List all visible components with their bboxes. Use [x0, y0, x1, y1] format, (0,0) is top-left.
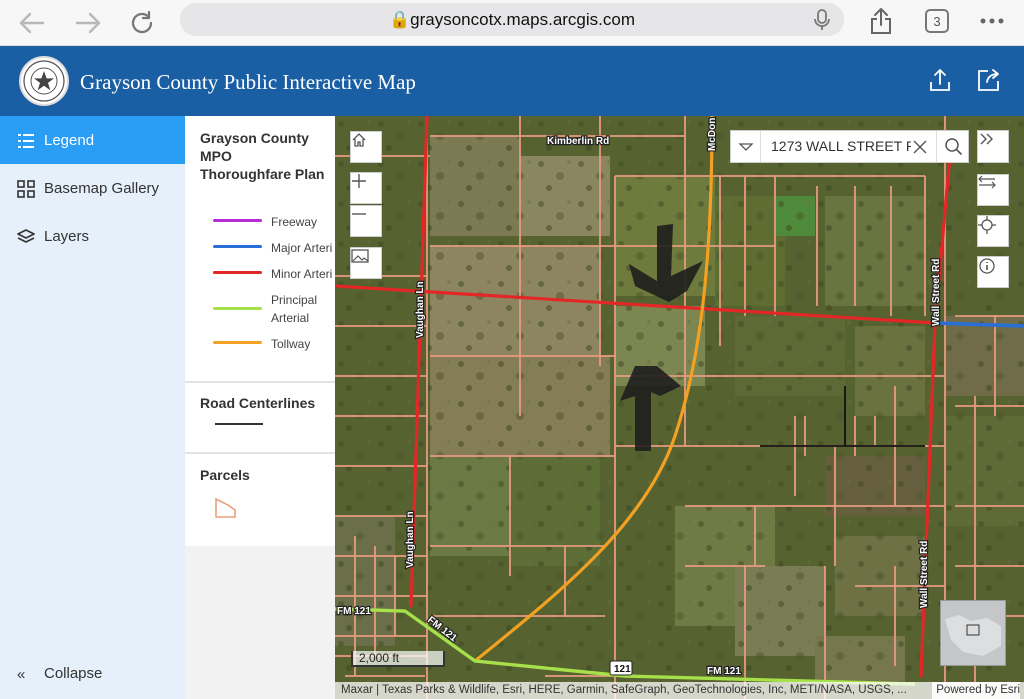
expand-panel-button[interactable] — [977, 130, 1009, 163]
info-button[interactable] — [977, 256, 1009, 288]
county-seal-logo — [19, 56, 69, 106]
app-title: Grayson County Public Interactive Map — [80, 70, 416, 94]
locate-button[interactable] — [977, 215, 1009, 247]
road-label-wall-top: Wall Street Rd — [931, 259, 942, 326]
sidebar: Legend Basemap Gallery Layers « Collapse — [0, 116, 185, 699]
legend-title-parcels: Parcels — [200, 467, 250, 483]
address-bar[interactable]: 🔒graysoncotx.maps.arcgis.com — [180, 3, 844, 36]
chevron-down-icon — [738, 143, 754, 151]
collapse-button[interactable]: « Collapse — [0, 649, 185, 697]
road-label-fm121-left: FM 121 — [337, 606, 371, 617]
zoom-in-button[interactable] — [350, 172, 382, 204]
scale-bar: 2,000 ft — [351, 651, 445, 667]
legend-swatch — [213, 307, 262, 310]
sidebar-item-layers[interactable]: Layers — [0, 212, 185, 260]
sidebar-item-label: Layers — [44, 227, 90, 245]
map-canvas: Kimberlin Rd McDon Vaughan Ln Vaughan Ln… — [335, 116, 1024, 699]
route-shield-label: 121 — [614, 664, 631, 675]
measure-icon — [978, 175, 996, 189]
plus-icon — [352, 174, 366, 188]
open-external-icon[interactable] — [977, 68, 1003, 94]
legend-entry-major-arterial: Major Arterial — [213, 239, 333, 257]
home-icon — [352, 133, 366, 147]
legend-entry-label: Principal Arterial — [271, 293, 318, 325]
centerline-swatch — [215, 423, 263, 425]
address-search[interactable]: 1273 WALL STREET RD — [730, 130, 969, 163]
legend-divider — [185, 381, 335, 383]
measure-button[interactable] — [977, 174, 1009, 206]
legend-panel: Grayson County MPO Thoroughfare Plan Fre… — [185, 116, 335, 546]
legend-empty-area — [185, 546, 335, 699]
forward-icon[interactable] — [72, 7, 104, 39]
legend-entry-tollway: Tollway — [213, 335, 333, 353]
double-chevron-right-icon — [980, 133, 993, 145]
collapse-label: Collapse — [44, 664, 103, 682]
legend-entry-label: Minor Arterial — [271, 267, 333, 281]
minus-icon — [352, 213, 366, 215]
crosshair-icon — [978, 216, 996, 234]
road-label-mcdonald: McDon — [707, 118, 718, 151]
legend-entry-label: Freeway — [271, 215, 318, 229]
page: 🔒graysoncotx.maps.arcgis.com 3 Grayson C… — [0, 0, 1024, 699]
sidebar-item-label: Legend — [44, 131, 95, 149]
double-chevron-left-icon: « — [17, 666, 26, 683]
tabs-icon[interactable]: 3 — [922, 6, 952, 36]
reload-icon[interactable] — [126, 7, 158, 39]
share-map-icon[interactable] — [928, 68, 954, 94]
legend-title-road-centerlines: Road Centerlines — [200, 395, 316, 411]
info-icon — [979, 258, 995, 274]
legend-swatch — [213, 271, 262, 274]
legend-swatch — [213, 245, 262, 248]
road-label-vaughan-top: Vaughan Ln — [415, 281, 426, 338]
home-button[interactable] — [350, 131, 382, 163]
list-icon — [17, 132, 35, 150]
search-input[interactable]: 1273 WALL STREET RD — [771, 138, 911, 154]
legend-swatch — [213, 219, 262, 222]
road-label-wall-bottom: Wall Street Rd — [919, 541, 930, 608]
url-text: graysoncotx.maps.arcgis.com — [410, 10, 636, 29]
legend-entry-minor-arterial: Minor Arterial — [213, 265, 333, 283]
legend-entry-principal-arterial: Principal Arterial — [213, 291, 333, 327]
zoom-out-button[interactable] — [350, 205, 382, 237]
more-icon[interactable] — [977, 6, 1007, 36]
grid-icon — [17, 180, 35, 198]
powered-by-esri[interactable]: Powered by Esri — [932, 682, 1020, 699]
back-icon[interactable] — [16, 7, 48, 39]
legend-swatch — [213, 341, 262, 344]
legend-divider — [185, 452, 335, 454]
sidebar-item-label: Basemap Gallery — [44, 179, 160, 197]
lock-icon: 🔒 — [388, 10, 411, 29]
browser-toolbar: 🔒graysoncotx.maps.arcgis.com 3 — [0, 0, 1024, 46]
image-icon — [351, 249, 369, 263]
search-icon — [945, 138, 963, 156]
search-button[interactable] — [936, 131, 969, 162]
tab-count: 3 — [925, 9, 949, 33]
map-attribution: Maxar | Texas Parks & Wildlife, Esri, HE… — [335, 682, 1024, 699]
overview-map[interactable] — [940, 600, 1006, 666]
legend-entry-label: Major Arterial — [271, 241, 333, 255]
legend-title-mpo: Grayson County MPO Thoroughfare Plan — [200, 130, 325, 182]
legend-entry-freeway: Freeway — [213, 213, 333, 231]
search-source-dropdown[interactable] — [731, 131, 761, 162]
attribution-text: Maxar | Texas Parks & Wildlife, Esri, HE… — [341, 684, 907, 696]
legend-entry-label: Tollway — [271, 337, 311, 351]
share-icon[interactable] — [866, 6, 896, 36]
clear-search-icon[interactable] — [912, 139, 928, 155]
microphone-icon[interactable] — [812, 9, 832, 31]
sidebar-item-basemap-gallery[interactable]: Basemap Gallery — [0, 164, 185, 212]
road-label-kimberlin: Kimberlin Rd — [547, 136, 609, 147]
sidebar-item-legend[interactable]: Legend — [0, 116, 185, 164]
map-view[interactable]: Kimberlin Rd McDon Vaughan Ln Vaughan Ln… — [335, 116, 1024, 699]
terrain-fields — [335, 116, 1024, 699]
parcel-swatch-icon — [215, 497, 237, 523]
basemap-toggle-button[interactable] — [350, 247, 382, 279]
app-header: Grayson County Public Interactive Map — [0, 46, 1024, 116]
overview-map-icon — [945, 615, 1001, 656]
layers-icon — [17, 228, 35, 246]
road-label-vaughan-bottom: Vaughan Ln — [405, 511, 416, 568]
road-label-fm121-bottom: FM 121 — [707, 666, 741, 677]
